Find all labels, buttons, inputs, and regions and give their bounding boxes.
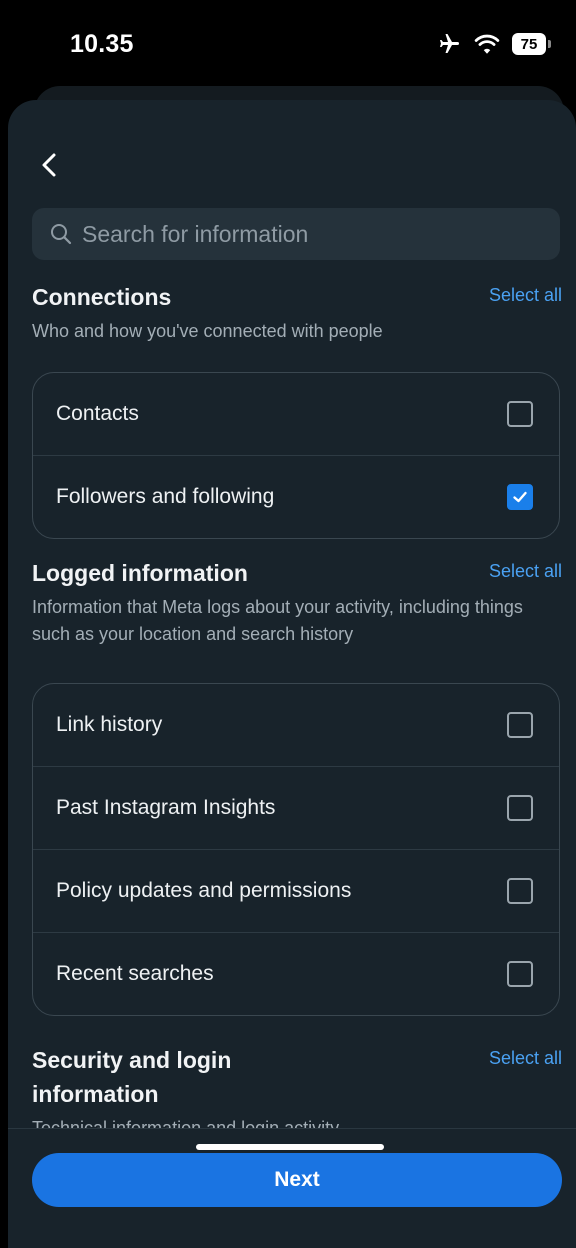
wifi-icon: [474, 34, 500, 54]
list-item-policy-updates[interactable]: Policy updates and permissions: [33, 850, 559, 933]
search-icon: [51, 224, 72, 245]
section-subtitle: Who and how you've connected with people: [32, 321, 383, 341]
item-label: Link history: [56, 713, 163, 736]
item-label: Contacts: [56, 402, 139, 425]
logged-information-card: Link history Past Instagram Insights Pol…: [32, 683, 560, 1016]
section-security-and-login: Security and login information Technical…: [32, 1043, 562, 1128]
list-item-followers-and-following[interactable]: Followers and following: [33, 456, 559, 538]
chevron-left-icon[interactable]: [36, 150, 64, 180]
categories-list[interactable]: Connections Who and how you've connected…: [8, 280, 576, 1128]
checkbox-recent-searches[interactable]: [507, 961, 533, 987]
list-item-past-instagram-insights[interactable]: Past Instagram Insights: [33, 767, 559, 850]
airplane-icon: [440, 34, 459, 53]
select-all-logged-information[interactable]: Select all: [489, 556, 562, 586]
section-subtitle: Information that Meta logs about your ac…: [32, 597, 523, 644]
next-button[interactable]: Next: [32, 1153, 562, 1207]
search-bar[interactable]: [32, 208, 560, 260]
home-indicator[interactable]: [196, 1144, 384, 1150]
item-label: Past Instagram Insights: [56, 796, 276, 819]
check-icon: [513, 491, 527, 503]
status-bar: 10.35 75: [8, 8, 576, 88]
battery-icon: 75: [512, 33, 551, 55]
checkbox-followers-and-following[interactable]: [507, 484, 533, 510]
section-title: Security and login information: [32, 1047, 232, 1107]
search-input[interactable]: [80, 219, 544, 249]
screen: 10.35 75 Connections: [8, 8, 576, 1248]
list-item-contacts[interactable]: Contacts: [33, 373, 559, 456]
checkbox-contacts[interactable]: [507, 401, 533, 427]
list-item-link-history[interactable]: Link history: [33, 684, 559, 767]
item-label: Followers and following: [56, 485, 275, 508]
item-label: Policy updates and permissions: [56, 879, 352, 902]
select-all-security-and-login[interactable]: Select all: [489, 1043, 562, 1073]
section-title: Logged information: [32, 560, 248, 586]
list-item-recent-searches[interactable]: Recent searches: [33, 933, 559, 1015]
checkbox-policy-updates[interactable]: [507, 878, 533, 904]
connections-card: Contacts Followers and following: [32, 372, 560, 539]
checkbox-link-history[interactable]: [507, 712, 533, 738]
select-all-connections[interactable]: Select all: [489, 280, 562, 310]
section-connections: Connections Who and how you've connected…: [32, 280, 562, 345]
section-subtitle: Technical information and login activity: [32, 1118, 340, 1128]
section-logged-information: Logged information Information that Meta…: [32, 556, 562, 648]
status-time: 10.35: [70, 30, 134, 58]
status-icons: 75: [436, 32, 551, 56]
checkbox-past-instagram-insights[interactable]: [507, 795, 533, 821]
data-selection-sheet: Connections Who and how you've connected…: [8, 100, 576, 1248]
section-title: Connections: [32, 284, 172, 310]
item-label: Recent searches: [56, 962, 214, 985]
